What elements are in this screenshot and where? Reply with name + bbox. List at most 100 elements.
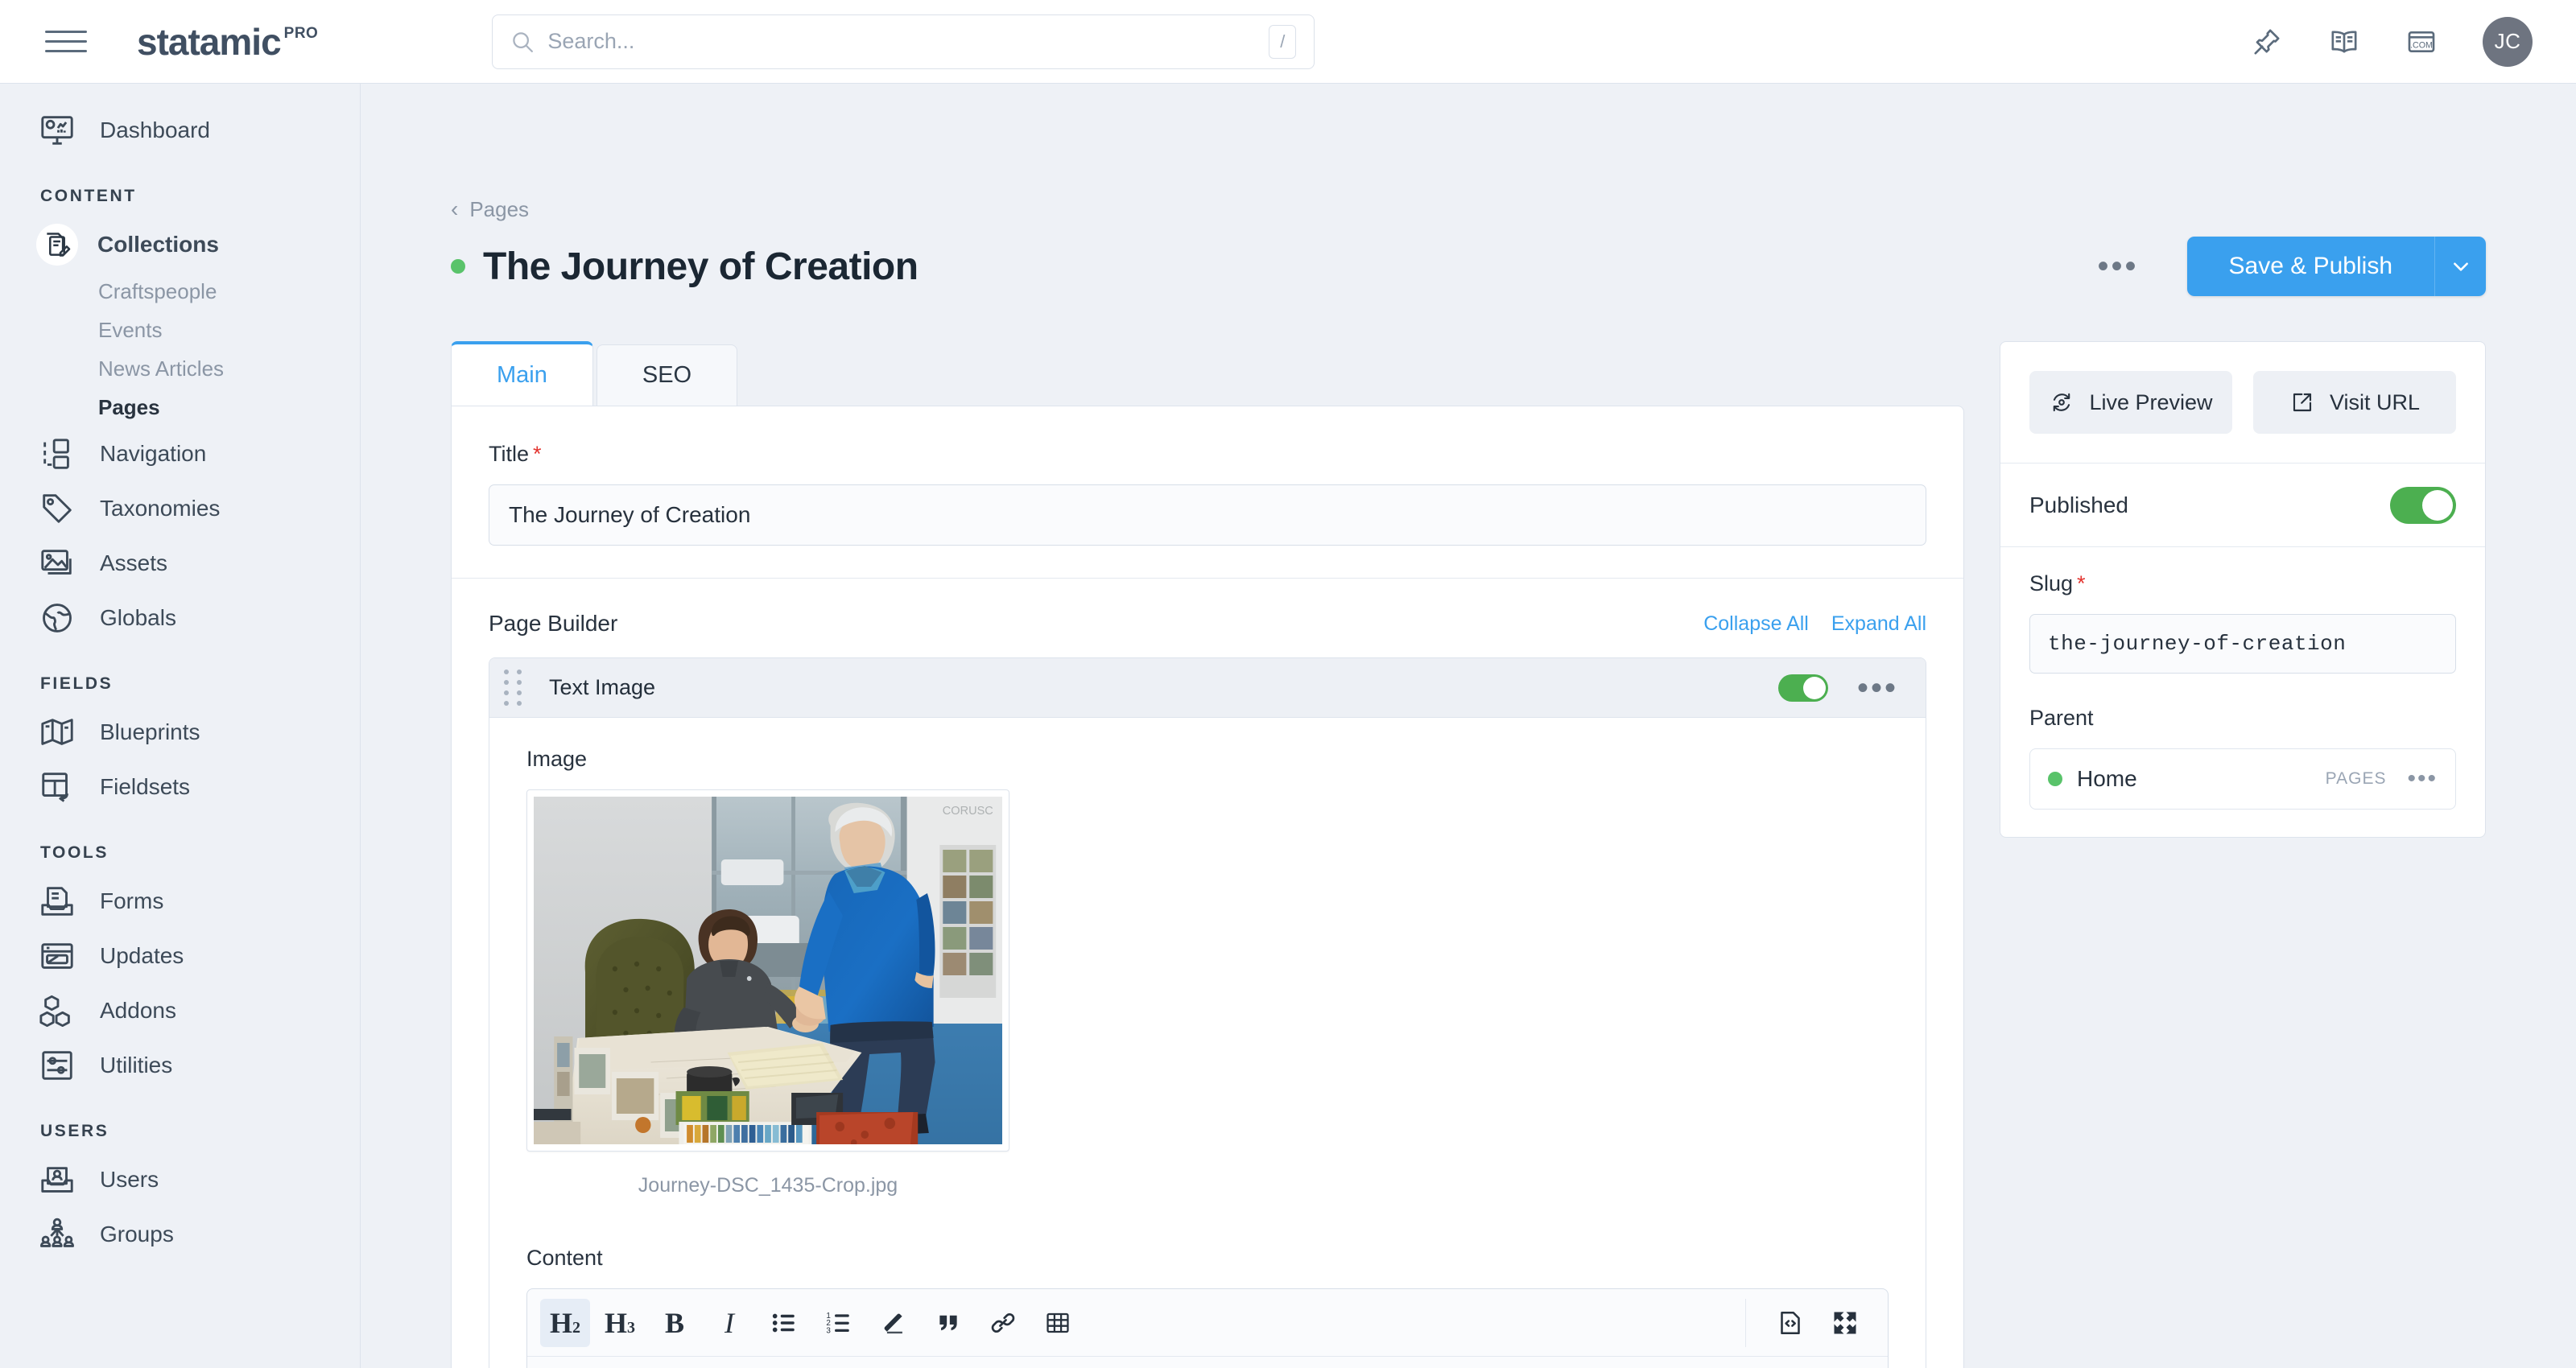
breadcrumb-label: Pages (469, 196, 530, 221)
collapse-all-link[interactable]: Collapse All (1703, 612, 1809, 636)
live-preview-button[interactable]: Live Preview (2029, 371, 2232, 434)
sidebar-item-assets[interactable]: Assets (0, 536, 360, 591)
statamic-logo[interactable]: statamic PRO (137, 23, 318, 60)
save-options-button[interactable] (2434, 237, 2486, 296)
book-icon[interactable] (2328, 26, 2360, 58)
drag-handle-icon[interactable] (489, 670, 536, 706)
logo-pro-badge: PRO (283, 24, 319, 42)
italic-button[interactable]: I (704, 1299, 754, 1347)
set-name-label: Text Image (549, 675, 656, 699)
external-link-icon (2293, 393, 2312, 412)
sidebar-item-navigation[interactable]: Navigation (0, 426, 360, 481)
navigation-icon (43, 439, 69, 469)
page-header: The Journey of Creation ••• Save & Publi… (451, 237, 2486, 296)
editor-layout: Main SEO Title * The Journey of Creation… (451, 341, 2486, 1368)
sidebar-subitem-news-articles[interactable]: News Articles (0, 349, 360, 388)
sidebar-label-forms: Forms (100, 888, 164, 913)
parent-field-label: Parent (2029, 706, 2094, 730)
sidebar-label-addons: Addons (100, 998, 176, 1023)
sidebar-subitem-events[interactable]: Events (0, 311, 360, 349)
sidebar-subitem-pages[interactable]: Pages (0, 388, 360, 426)
sidebar-label-dashboard: Dashboard (100, 117, 210, 142)
eraser-button[interactable] (869, 1299, 919, 1347)
collections-icon-circle (36, 224, 78, 266)
tab-seo[interactable]: SEO (596, 344, 738, 406)
page-builder-header: Page Builder Collapse All Expand All (452, 579, 1963, 657)
parent-item[interactable]: Home PAGES ••• (2029, 748, 2456, 810)
top-bar-actions: .COM JC (2251, 16, 2533, 67)
app-body: Dashboard CONTENT Collections Craftspeop… (0, 84, 2576, 1368)
bold-button[interactable]: B (650, 1299, 700, 1347)
search-box[interactable]: / (492, 14, 1315, 69)
title-input[interactable] (489, 484, 1926, 546)
parent-more-button[interactable]: ••• (2407, 767, 2438, 791)
slug-input[interactable] (2029, 614, 2456, 674)
sidebar-item-fieldsets[interactable]: Fieldsets (0, 760, 360, 814)
svg-text:.COM: .COM (2410, 40, 2433, 50)
image-filename: Journey-DSC_1435-Crop.jpg (638, 1174, 898, 1197)
link-icon (991, 1312, 1015, 1333)
sidebar-label-taxonomies: Taxonomies (100, 496, 221, 521)
save-publish-button[interactable]: Save & Publish (2186, 237, 2434, 296)
avatar[interactable]: JC (2483, 16, 2533, 67)
dotcom-icon[interactable]: .COM (2405, 26, 2438, 58)
sidebar-item-addons[interactable]: Addons (0, 983, 360, 1038)
source-code-button[interactable] (1765, 1299, 1815, 1347)
more-actions-button[interactable]: ••• (2098, 250, 2139, 282)
heading-2-button[interactable]: H2 (540, 1298, 590, 1347)
live-preview-label: Live Preview (2089, 389, 2213, 414)
sidebar: Dashboard CONTENT Collections Craftspeop… (0, 84, 361, 1368)
pin-icon[interactable] (2251, 26, 2283, 58)
sidebar-item-taxonomies[interactable]: Taxonomies (0, 481, 360, 536)
search-input[interactable] (547, 29, 1269, 54)
slug-label-text: Slug (2029, 571, 2074, 595)
tab-main[interactable]: Main (451, 341, 593, 406)
fullscreen-button[interactable] (1820, 1299, 1870, 1347)
visit-url-button[interactable]: Visit URL (2253, 371, 2456, 434)
collections-icon (47, 233, 71, 257)
hamburger-icon[interactable] (45, 31, 87, 52)
slug-field: Slug * (2000, 546, 2485, 701)
sidebar-label-globals: Globals (100, 605, 176, 630)
editor-content-area[interactable]: “Every canvas is a journey all its own” … (527, 1357, 1888, 1368)
rich-text-editor: H2 H3 B I 1 2 3 (526, 1288, 1889, 1368)
slug-field-label: Slug * (2029, 571, 2456, 596)
images-icon (41, 550, 72, 575)
heading-3-button[interactable]: H3 (595, 1299, 645, 1347)
set-enabled-toggle[interactable] (1777, 674, 1828, 702)
sidebar-item-groups[interactable]: Groups (0, 1207, 360, 1262)
sidebar-item-users[interactable]: Users (0, 1152, 360, 1207)
image-field-label: Image (526, 747, 588, 771)
set-more-button[interactable]: ••• (1857, 672, 1898, 704)
page-header-actions: ••• Save & Publish (2098, 237, 2486, 296)
sidebar-item-blueprints[interactable]: Blueprints (0, 705, 360, 760)
blockquote-button[interactable] (923, 1299, 973, 1347)
breadcrumb[interactable]: ‹ Pages (451, 196, 2486, 222)
sidebar-item-utilities[interactable]: Utilities (0, 1038, 360, 1093)
table-button[interactable] (1033, 1299, 1083, 1347)
sidebar-label-updates: Updates (100, 943, 184, 968)
sidebar-label-utilities: Utilities (100, 1053, 173, 1078)
sidebar-item-updates[interactable]: Updates (0, 929, 360, 983)
sidebar-item-collections[interactable]: Collections (0, 217, 360, 272)
sidebar-label-navigation: Navigation (100, 441, 207, 466)
sidebar-item-globals[interactable]: Globals (0, 591, 360, 645)
expand-all-link[interactable]: Expand All (1831, 612, 1926, 636)
slug-required-marker: * (2077, 571, 2086, 595)
image-thumbnail-frame[interactable]: CORUSC (526, 789, 1009, 1152)
title-field-block: Title * (452, 406, 1963, 578)
forms-icon (41, 887, 73, 916)
published-toggle[interactable] (2390, 486, 2456, 524)
sidebar-item-dashboard[interactable]: Dashboard (0, 103, 360, 158)
addons-icon (39, 995, 70, 1028)
chevron-left-icon: ‹ (451, 196, 459, 221)
heading-2-label: 2 (572, 1318, 580, 1337)
sidebar-subitem-craftspeople[interactable]: Craftspeople (0, 272, 360, 311)
sidebar-item-forms[interactable]: Forms (0, 874, 360, 929)
updates-icon (41, 943, 73, 969)
blueprints-icon (41, 719, 73, 745)
ordered-list-button[interactable]: 1 2 3 (814, 1299, 864, 1347)
table-icon (1046, 1312, 1069, 1333)
link-button[interactable] (978, 1299, 1028, 1347)
bullet-list-button[interactable] (759, 1299, 809, 1347)
